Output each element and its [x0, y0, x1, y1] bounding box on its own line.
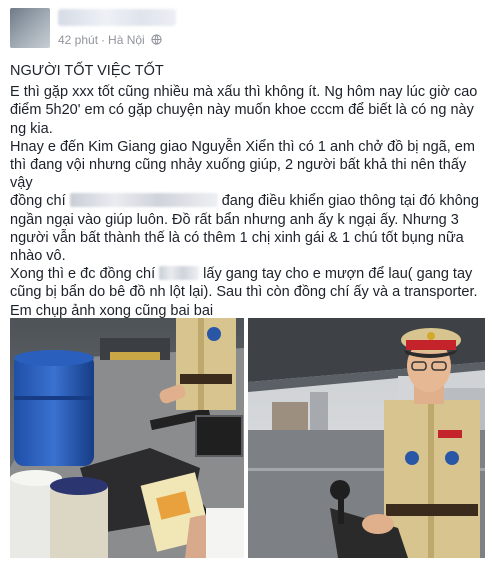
photo-left-scene	[10, 318, 244, 558]
post-text: đồng chí	[10, 193, 66, 210]
officer-name-blurred	[69, 193, 218, 208]
post-header: 42 phút · Hà Nội	[10, 6, 485, 52]
post-line: Hnay e đến Kim Giang giao Nguyễn Xiển th…	[10, 138, 475, 155]
post-text: lấy gang tay cho e mượn để lau( gang tay	[203, 266, 473, 283]
post-location[interactable]: Hà Nội	[108, 33, 145, 47]
photo-left[interactable]	[10, 318, 244, 558]
post-body: NGƯỜI TỐT VIỆC TỐT E thì gặp xxx tốt cũn…	[10, 62, 488, 320]
post-text: đang điều khiển giao thông tại đó không	[221, 193, 479, 210]
post-line: Xong thì e đc đồng chí lấy gang tay cho …	[10, 265, 488, 283]
post-line: ng kia.	[10, 120, 53, 137]
photo-grid	[10, 318, 485, 558]
avatar[interactable]	[10, 8, 50, 48]
post-title: NGƯỜI TỐT VIỆC TỐT	[10, 63, 164, 79]
post-line: cũng bị bẩn do bê đồ nh lột lại). Sau th…	[10, 284, 478, 301]
meta-separator: ·	[101, 33, 106, 47]
officer-name-blurred	[159, 266, 200, 281]
globe-icon	[151, 34, 162, 45]
post-time[interactable]: 42 phút	[58, 33, 98, 47]
author-name-blurred[interactable]	[58, 9, 176, 26]
post-text: Xong thì e đc đồng chí	[10, 266, 156, 283]
post-meta: 42 phút · Hà Nội	[58, 33, 162, 47]
post-line: nhào vô.	[10, 248, 66, 265]
photo-right[interactable]	[248, 318, 485, 558]
post-line: ngần ngại vào giúp luôn. Đồ rất bẩn nhưn…	[10, 211, 459, 228]
photo-right-scene	[248, 318, 485, 558]
post-line: thì đang vội nhưng cũng nhảy xuống giúp,…	[10, 157, 467, 192]
post-line: E thì gặp xxx tốt cũng nhiều mà xấu thì …	[10, 84, 478, 101]
post-line: người vẫn bất thành thế là có thêm 1 chị…	[10, 229, 464, 246]
post-line: đồng chí đang điều khiển giao thông tại …	[10, 192, 488, 210]
post-line: điểm 5h20' em có gặp chuyện này muốn kho…	[10, 102, 474, 119]
